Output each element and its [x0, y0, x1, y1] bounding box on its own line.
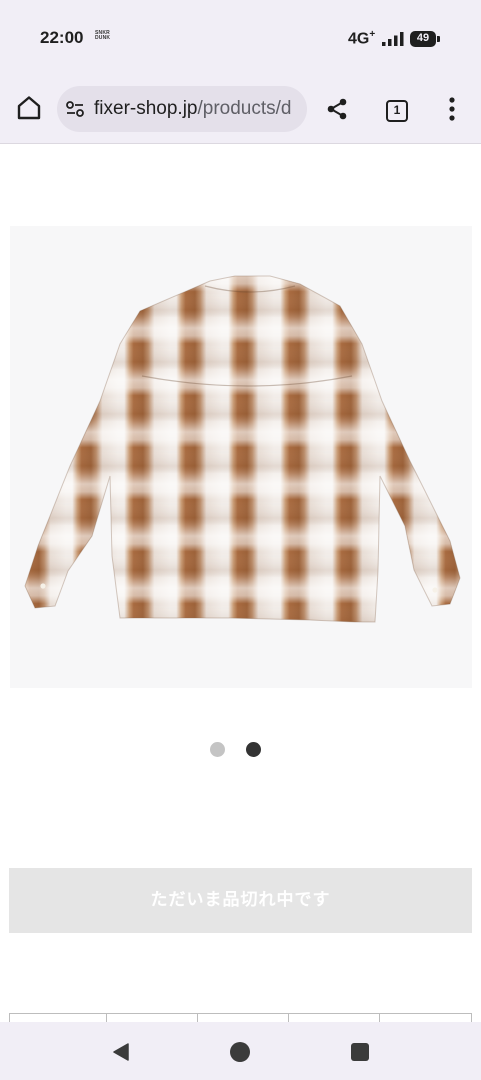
- signal-icon: [382, 32, 404, 46]
- url-path: /products/d: [197, 98, 292, 119]
- plaid-shirt-image: [24, 275, 461, 623]
- network-type-label: 4G: [348, 30, 370, 48]
- carousel-dot-1[interactable]: [210, 742, 225, 757]
- more-vert-icon[interactable]: [442, 94, 462, 124]
- system-navigation-bar: [0, 1022, 481, 1080]
- address-bar[interactable]: fixer-shop.jp/products/d: [57, 86, 307, 132]
- url-text[interactable]: fixer-shop.jp/products/d: [94, 98, 292, 120]
- carousel-dot-2-active[interactable]: [246, 742, 261, 757]
- carousel-dots: [0, 742, 481, 758]
- back-triangle-icon[interactable]: [111, 1042, 131, 1062]
- notification-logo-line: DUNK: [95, 35, 111, 41]
- status-bar: 22:00 SNKR DUNK 4G+ 49: [0, 0, 481, 72]
- home-icon[interactable]: [12, 91, 46, 125]
- browser-toolbar: fixer-shop.jp/products/d 1: [0, 72, 481, 144]
- notification-logo: SNKR DUNK: [95, 31, 110, 41]
- sold-out-button[interactable]: ただいま品切れ中です: [9, 868, 472, 933]
- share-icon[interactable]: [325, 97, 349, 121]
- home-circle-icon[interactable]: [230, 1042, 250, 1062]
- network-type: 4G+: [348, 29, 375, 48]
- recents-square-icon[interactable]: [351, 1043, 369, 1061]
- url-host: fixer-shop.jp: [94, 98, 198, 119]
- product-image[interactable]: [10, 226, 472, 688]
- tab-switcher-button[interactable]: 1: [386, 100, 408, 122]
- network-plus: +: [369, 29, 376, 40]
- battery-icon: 49: [410, 31, 440, 47]
- status-time: 22:00: [40, 28, 84, 47]
- tune-icon[interactable]: [65, 99, 85, 119]
- sold-out-label: ただいま品切れ中です: [150, 890, 331, 910]
- battery-level: 49: [416, 32, 430, 44]
